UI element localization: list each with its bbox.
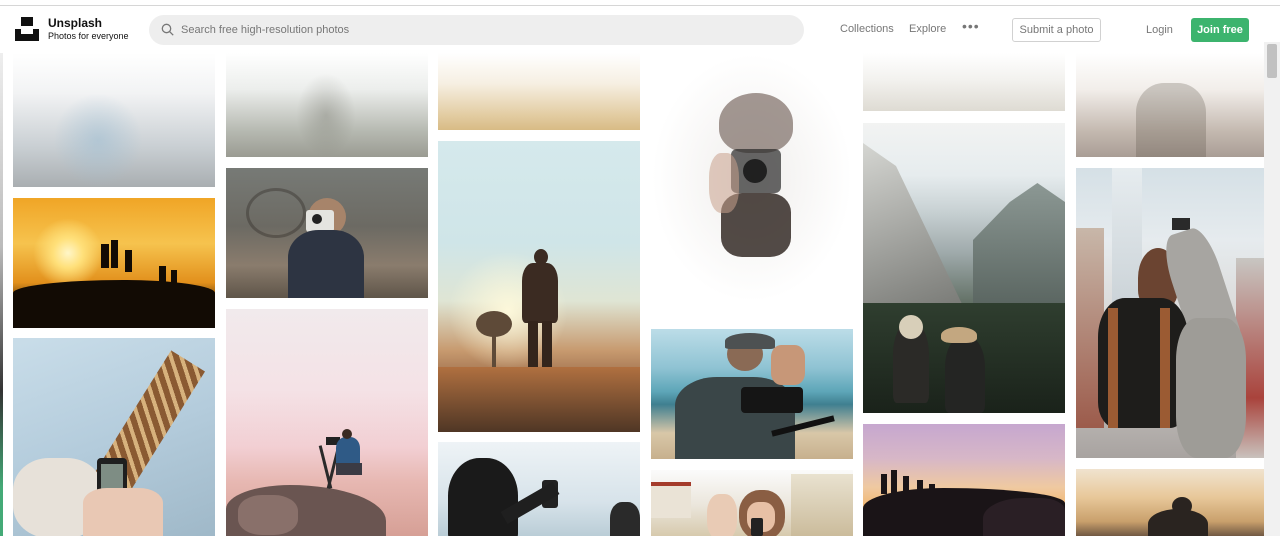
photo-misty-forest[interactable] [226,53,428,157]
nav-collections-link[interactable]: Collections [840,23,894,35]
search-input[interactable] [181,15,781,45]
top-navigation-bar: Unsplash Photos for everyone Collections… [0,7,1264,53]
brand-name: Unsplash [48,16,103,30]
photo-videographer-beach[interactable] [651,329,853,459]
photo-warm-field-top[interactable] [438,53,640,130]
photo-silhouettes-dusk-ridge[interactable] [863,424,1065,536]
photo-sunset-hilltop-silhouettes[interactable] [13,198,215,328]
photo-woman-backpack-city[interactable] [1076,168,1264,458]
photo-hand-holding-phone[interactable] [13,338,215,536]
photo-woman-taking-photo-field[interactable] [651,470,853,536]
browser-top-edge [0,0,1280,6]
search-bar[interactable] [149,15,804,45]
photo-misty-person[interactable] [13,53,215,187]
unsplash-logo-icon[interactable] [15,17,39,41]
photo-faded-person[interactable] [1076,53,1264,157]
join-free-button[interactable]: Join free [1191,18,1249,42]
photo-phone-selfie-silhouette[interactable] [438,442,640,536]
photo-photographer-instant-camera[interactable] [226,168,428,298]
photo-sunset-photographer[interactable] [1076,469,1264,536]
more-options-icon[interactable]: ••• [962,19,980,33]
nav-explore-link[interactable]: Explore [909,23,946,35]
photo-grid [0,53,1264,536]
page-scrollbar[interactable] [1264,42,1280,536]
photo-mountain-hikers[interactable] [863,123,1065,413]
photo-camera-hands-overlay[interactable] [651,53,853,303]
photo-faded-top[interactable] [863,53,1065,111]
photo-tripod-photographer-on-rock[interactable] [226,309,428,536]
photo-man-silhouette-field[interactable] [438,141,640,432]
submit-photo-button[interactable]: Submit a photo [1012,18,1101,42]
search-icon [161,23,174,36]
scrollbar-thumb[interactable] [1267,44,1277,78]
brand-tagline: Photos for everyone [48,31,129,41]
login-link[interactable]: Login [1146,24,1173,36]
brand[interactable]: Unsplash Photos for everyone [48,17,129,42]
